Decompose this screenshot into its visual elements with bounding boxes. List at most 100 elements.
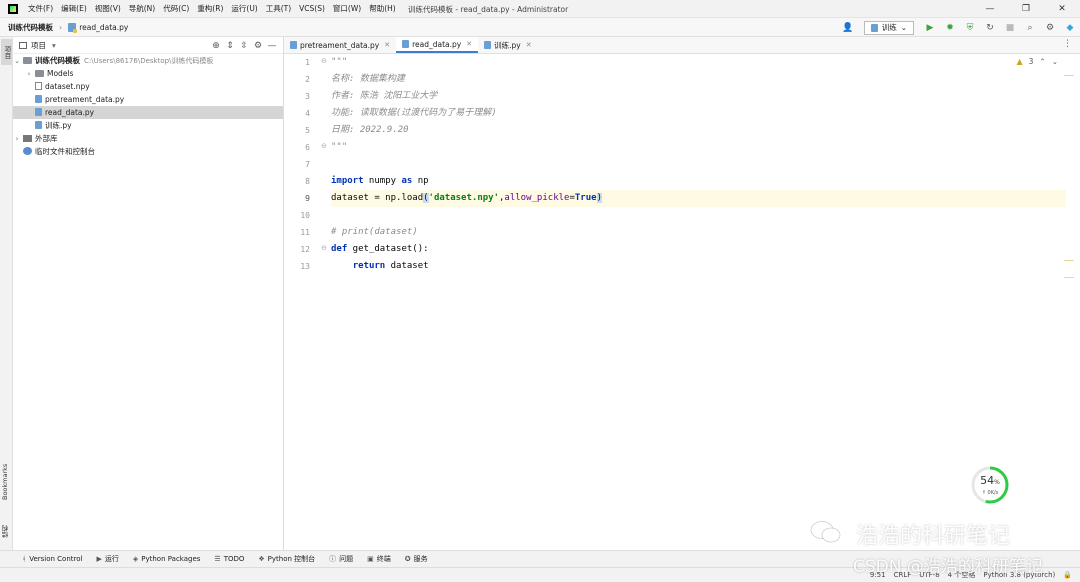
tool-terminal[interactable]: ▣ 终端 — [367, 554, 391, 564]
code-text: dataset — [385, 261, 429, 271]
gauge-percent: 54% — [970, 474, 1010, 487]
chevron-down-icon[interactable]: ▾ — [52, 41, 56, 50]
tab-train[interactable]: 训练.py ✕ — [478, 37, 537, 53]
tree-item-train[interactable]: 训练.py — [13, 119, 283, 132]
tab-pretreament-data[interactable]: pretreament_data.py ✕ — [284, 37, 396, 53]
tree-item-read-data[interactable]: read_data.py — [13, 106, 283, 119]
tree-item-scratches[interactable]: 临时文件和控制台 — [13, 145, 283, 158]
lock-icon[interactable]: 🔒 — [1063, 568, 1072, 582]
expand-all-icon[interactable]: ⇕ — [223, 41, 237, 51]
restore-icon[interactable]: ❐ — [1008, 0, 1044, 18]
close-icon[interactable]: ✕ — [1044, 0, 1080, 18]
tool-problems[interactable]: ⓘ 问题 — [329, 554, 353, 564]
inspection-widget[interactable]: ▲ 3 ⌃ ⌄ — [1016, 57, 1058, 66]
run-icon[interactable]: ▶ — [922, 20, 938, 36]
menu-refactor[interactable]: 重构(R) — [197, 3, 223, 14]
code-text: np — [412, 176, 429, 186]
fold-marker-icon[interactable]: ⊖ — [321, 142, 327, 150]
tool-tab-project[interactable]: 项目 — [1, 39, 12, 65]
search-icon[interactable]: ⌕ — [1022, 20, 1038, 36]
tab-read-data[interactable]: read_data.py ✕ — [396, 37, 479, 53]
tool-tab-structure[interactable]: 结构 — [1, 517, 12, 547]
python-config-icon — [870, 23, 878, 32]
code-text: dataset = np.load — [331, 193, 424, 203]
menu-tools[interactable]: 工具(T) — [266, 3, 291, 14]
packages-icon: ◈ — [132, 555, 139, 563]
warning-icon: ▲ — [1016, 57, 1023, 66]
menu-window[interactable]: 窗口(W) — [333, 3, 361, 14]
user-icon[interactable]: 👤 — [840, 20, 856, 36]
navigation-bar: 训练代码模板 › read_data.py 👤 训练 ⌄ ▶ ✹ ⛨ ↻ ■ ⌕… — [0, 18, 1080, 37]
scrollbar-marker[interactable] — [1064, 75, 1074, 76]
run-configuration-label: 训练 — [881, 22, 897, 32]
tree-item-pretreament[interactable]: pretreament_data.py — [13, 93, 283, 106]
menu-view[interactable]: 视图(V) — [95, 3, 121, 14]
tool-services[interactable]: ✪ 服务 — [405, 554, 428, 564]
code-text: get_dataset(): — [347, 244, 429, 254]
menu-navigate[interactable]: 导航(N) — [129, 3, 155, 14]
tree-item-external-libraries[interactable]: › 外部库 — [13, 132, 283, 145]
code-area[interactable]: """ 名称: 数据集构建 作者: 陈浩 沈阳工业大学 功能: 读取数据(过渡代… — [331, 54, 1066, 550]
more-tabs-icon[interactable]: ⋮ — [1063, 39, 1072, 49]
python-file-icon — [35, 121, 42, 129]
coverage-icon[interactable]: ⛨ — [962, 20, 978, 36]
run-configuration-select[interactable]: 训练 ⌄ — [863, 20, 914, 35]
line-number: 1 — [305, 58, 310, 67]
project-view-icon — [19, 41, 27, 49]
code-line: 日期: 2022.9.20 — [331, 122, 1066, 139]
tree-item-dataset[interactable]: dataset.npy — [13, 80, 283, 93]
close-tab-icon[interactable]: ✕ — [384, 41, 390, 49]
panel-options-gear-icon[interactable]: ⚙ — [251, 41, 265, 51]
collapse-all-icon[interactable]: ⇳ — [237, 41, 251, 51]
fold-marker-icon[interactable]: ⊖ — [321, 57, 327, 65]
close-tab-icon[interactable]: ✕ — [526, 41, 532, 49]
line-number: 2 — [305, 75, 310, 84]
line-number-gutter: 1 2 3 4 5 6 7 8 9 10 11 12 13 ⊖ ⊖ ⊖ — [284, 54, 327, 550]
tool-label: Python Packages — [141, 555, 201, 563]
tool-python-console[interactable]: ❖ Python 控制台 — [258, 554, 315, 564]
previous-highlight-icon[interactable]: ⌃ — [1039, 57, 1045, 66]
tool-label: 运行 — [104, 555, 119, 563]
watermark-csdn: CSDN @浩浩的科研笔记 — [853, 557, 1043, 577]
tool-run[interactable]: ▶ 运行 — [96, 554, 118, 564]
tool-version-control[interactable]: ᚼ Version Control — [22, 555, 82, 563]
project-panel-header: 项目 ▾ ⊕ ⇕ ⇳ ⚙ — — [13, 37, 283, 54]
docstring: 功能: 读取数据(过渡代码为了易于理解) — [331, 108, 497, 118]
next-highlight-icon[interactable]: ⌄ — [1052, 57, 1058, 66]
tab-label: 训练.py — [494, 40, 521, 50]
ide-update-icon[interactable]: ◆ — [1062, 20, 1078, 36]
watermark-wechat: 浩浩的科研笔记 — [810, 518, 1010, 550]
scrollbar-marker[interactable] — [1064, 260, 1074, 261]
tool-label: Version Control — [29, 555, 83, 563]
minimize-icon[interactable]: — — [972, 0, 1008, 18]
stop-icon[interactable]: ■ — [1002, 20, 1018, 36]
locate-file-icon[interactable]: ⊕ — [209, 41, 223, 51]
debug-icon[interactable]: ✹ — [942, 20, 958, 36]
menu-help[interactable]: 帮助(H) — [369, 3, 396, 14]
keyword: return — [352, 261, 386, 271]
tool-tab-bookmarks[interactable]: Bookmarks — [1, 457, 12, 507]
keyword: as — [401, 176, 413, 186]
tree-item-root[interactable]: ⌄ 训练代码模板 C:\Users\86176\Desktop\训练代码模板 — [13, 54, 283, 67]
docstring: """ — [331, 142, 348, 152]
breadcrumb-project[interactable]: 训练代码模板 — [8, 22, 53, 33]
tool-python-packages[interactable]: ◈ Python Packages — [133, 555, 201, 563]
breadcrumb-file[interactable]: read_data.py — [79, 23, 128, 32]
menu-edit[interactable]: 编辑(E) — [61, 3, 87, 14]
hide-panel-icon[interactable]: — — [265, 41, 279, 51]
close-tab-icon[interactable]: ✕ — [466, 40, 472, 48]
profile-icon[interactable]: ↻ — [982, 20, 998, 36]
menu-file[interactable]: 文件(F) — [28, 3, 53, 14]
tree-item-models[interactable]: › Models — [13, 67, 283, 80]
settings-gear-icon[interactable]: ⚙ — [1042, 20, 1058, 36]
tool-todo[interactable]: ☰ TODO — [214, 555, 244, 563]
scrollbar-marker[interactable] — [1064, 277, 1074, 278]
menu-vcs[interactable]: VCS(S) — [299, 4, 325, 13]
menu-code[interactable]: 代码(C) — [163, 3, 189, 14]
fold-marker-icon[interactable]: ⊖ — [321, 244, 327, 252]
python-file-icon — [68, 22, 78, 33]
menu-run[interactable]: 运行(U) — [231, 3, 257, 14]
docstring: 名称: 数据集构建 — [331, 74, 405, 84]
project-panel-title[interactable]: 项目 — [31, 40, 46, 51]
